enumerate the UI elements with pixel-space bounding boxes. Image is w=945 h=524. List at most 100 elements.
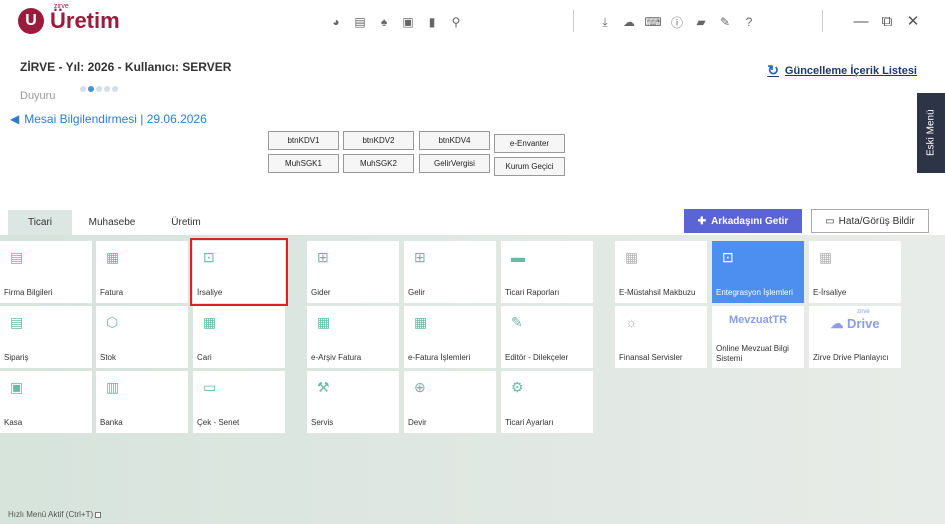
transfer-icon: ⊕	[414, 379, 426, 395]
tab-uretim[interactable]: Üretim	[152, 210, 220, 235]
comment-icon: ▭	[825, 215, 835, 227]
quick-button-kurum-gecici[interactable]: Kurum Geçici	[494, 157, 565, 176]
quick-menu-status: Hızlı Menü Aktif (Ctrl+T)	[8, 510, 102, 519]
minimize-icon[interactable]: —	[848, 10, 874, 32]
tile-ticari-raporlari[interactable]: ▬ Ticari Raporları	[501, 241, 593, 303]
tile-siparis[interactable]: ▤ Sipariş	[0, 306, 92, 368]
income-icon: ⊞	[414, 249, 426, 265]
restore-icon[interactable]: ⧉	[874, 10, 900, 32]
pager-dot-active[interactable]	[88, 86, 94, 92]
logo-small-text: zirve	[54, 3, 69, 10]
tile-zirve-drive[interactable]: zirve ☁ Drive Zirve Drive Planlayıcı	[809, 306, 901, 368]
invoice-icon: ▦	[106, 249, 120, 265]
tile-firma-bilgileri[interactable]: ▤ Firma Bilgileri	[0, 241, 92, 303]
waybill-icon: ⊡	[203, 249, 215, 265]
chat-icon[interactable]: ▰	[689, 12, 713, 32]
edit-icon[interactable]: ✎	[713, 12, 737, 32]
pager-dot[interactable]	[112, 86, 118, 92]
invite-friend-button[interactable]: ✚ Arkadaşını Getir	[684, 209, 802, 233]
tile-cari[interactable]: ▦ Cari	[193, 306, 285, 368]
announcement-link[interactable]: ◀ Mesai Bilgilendirmesi | 29.06.2026	[10, 112, 207, 126]
quick-button-gelir-vergisi[interactable]: GelirVergisi	[419, 154, 490, 173]
quick-button-muhsgk2[interactable]: MuhSGK2	[343, 154, 414, 173]
editor-icon: ✎	[511, 314, 523, 330]
tile-editor-dilekceler[interactable]: ✎ Editör - Dilekçeler	[501, 306, 593, 368]
announcement-text: Mesai Bilgilendirmesi | 29.06.2026	[24, 112, 207, 126]
help-icon[interactable]: ?	[737, 12, 761, 32]
old-menu-button[interactable]: Eski Menü	[917, 93, 945, 173]
bell-icon[interactable]: ♠	[372, 12, 396, 32]
e-archive-icon: ▦	[317, 314, 331, 330]
update-list-link[interactable]: ↻ Güncelleme İçerik Listesi	[767, 62, 917, 79]
tile-online-mevzuat[interactable]: MevzuatTR Online Mevzuat Bilgi Sistemi	[712, 306, 804, 368]
tab-muhasebe[interactable]: Muhasebe	[76, 210, 148, 235]
close-icon[interactable]: ✕	[900, 10, 926, 32]
tile-fatura[interactable]: ▦ Fatura	[96, 241, 188, 303]
settings-icon: ⚙	[511, 379, 524, 395]
cashbox-icon: ▣	[10, 379, 24, 395]
tile-ticari-ayarlari[interactable]: ⚙ Ticari Ayarları	[501, 371, 593, 433]
quick-button-kdv2[interactable]: btnKDV2	[343, 131, 414, 150]
drive-logo: ☁ Drive	[830, 316, 880, 331]
tile-gelir[interactable]: ⊞ Gelir	[404, 241, 496, 303]
cloud-upload-icon[interactable]: ☁	[617, 12, 641, 32]
drive-logo-small: zirve	[857, 309, 870, 315]
page-title: ZİRVE - Yıl: 2026 - Kullanıcı: SERVER	[20, 60, 232, 74]
logo-mark: U	[18, 8, 44, 34]
tile-irsaliye[interactable]: ⊡ İrsaliye	[190, 238, 288, 306]
tile-servis[interactable]: ⚒ Servis	[307, 371, 399, 433]
keyboard-icon[interactable]: ⌨	[641, 12, 665, 32]
info-icon[interactable]: ⓘ	[665, 12, 689, 32]
document-icon[interactable]: ▮	[420, 12, 444, 32]
report-issue-button[interactable]: ▭ Hata/Görüş Bildir	[811, 209, 929, 233]
quick-button-kdv1[interactable]: btnKDV1	[268, 131, 339, 150]
tile-e-mustahsil[interactable]: ▦ E-Müstahsil Makbuzu	[615, 241, 707, 303]
account-icon: ▦	[203, 314, 217, 330]
module-grid: ▤ Firma Bilgileri ▦ Fatura ⊡ İrsaliye ⊞ …	[0, 235, 945, 524]
tile-gider[interactable]: ⊞ Gider	[307, 241, 399, 303]
toolbar-group-2: ⤓ ☁ ⌨ ⓘ ▰ ✎ ?	[593, 12, 761, 32]
finance-icon: ☼	[625, 314, 638, 330]
invite-friend-label: Arkadaşını Getir	[711, 215, 789, 227]
tile-e-irsaliye[interactable]: ▦ E-İrsaliye	[809, 241, 901, 303]
quick-button-muhsgk1[interactable]: MuhSGK1	[268, 154, 339, 173]
toolbar-divider	[822, 10, 823, 32]
chart-icon[interactable]: ◕	[324, 12, 348, 32]
tab-ticari[interactable]: Ticari	[8, 210, 72, 235]
pager-dot[interactable]	[80, 86, 86, 92]
expense-icon: ⊞	[317, 249, 329, 265]
tile-kasa[interactable]: ▣ Kasa	[0, 371, 92, 433]
quick-menu-checkbox[interactable]	[95, 511, 102, 518]
location-icon[interactable]: ⚲	[444, 12, 468, 32]
pager-dot[interactable]	[104, 86, 110, 92]
toolbar-group-1: ◕ ▤ ♠ ▣ ▮ ⚲	[324, 12, 468, 32]
tile-banka[interactable]: ▥ Banka	[96, 371, 188, 433]
quick-menu-label: Hızlı Menü Aktif (Ctrl+T)	[8, 510, 94, 519]
tile-finansal-servisler[interactable]: ☼ Finansal Servisler	[615, 306, 707, 368]
cheque-icon: ▭	[203, 379, 217, 395]
money-icon[interactable]: ▣	[396, 12, 420, 32]
logo-name: Üretim	[50, 8, 120, 33]
e-waybill-icon: ▦	[819, 249, 833, 265]
quick-button-e-envanter[interactable]: e-Envanter	[494, 134, 565, 153]
cloud-icon: ☁	[830, 316, 844, 331]
announcement-pager[interactable]	[80, 86, 120, 92]
tile-entegrasyon[interactable]: ⊡ Entegrasyon İşlemleri	[712, 241, 804, 303]
tile-stok[interactable]: ⬡ Stok	[96, 306, 188, 368]
order-icon: ▤	[10, 314, 24, 330]
tile-cek-senet[interactable]: ▭ Çek - Senet	[193, 371, 285, 433]
calculator-icon[interactable]: ▤	[348, 12, 372, 32]
pager-dot[interactable]	[96, 86, 102, 92]
quick-button-kdv4[interactable]: btnKDV4	[419, 131, 490, 150]
app-logo: U zirve Üretim	[18, 3, 120, 36]
tile-e-arsiv-fatura[interactable]: ▦ e-Arşiv Fatura	[307, 306, 399, 368]
announcement-label: Duyuru	[20, 90, 56, 102]
refresh-icon: ↻	[767, 62, 779, 78]
company-info-icon: ▤	[10, 249, 24, 265]
tile-e-fatura-islemleri[interactable]: ▦ e-Fatura İşlemleri	[404, 306, 496, 368]
mevzuat-logo: MevzuatTR	[728, 314, 788, 326]
tile-devir[interactable]: ⊕ Devir	[404, 371, 496, 433]
toolbar-divider	[573, 10, 574, 32]
download-icon[interactable]: ⤓	[593, 12, 617, 32]
report-issue-label: Hata/Görüş Bildir	[838, 215, 915, 227]
